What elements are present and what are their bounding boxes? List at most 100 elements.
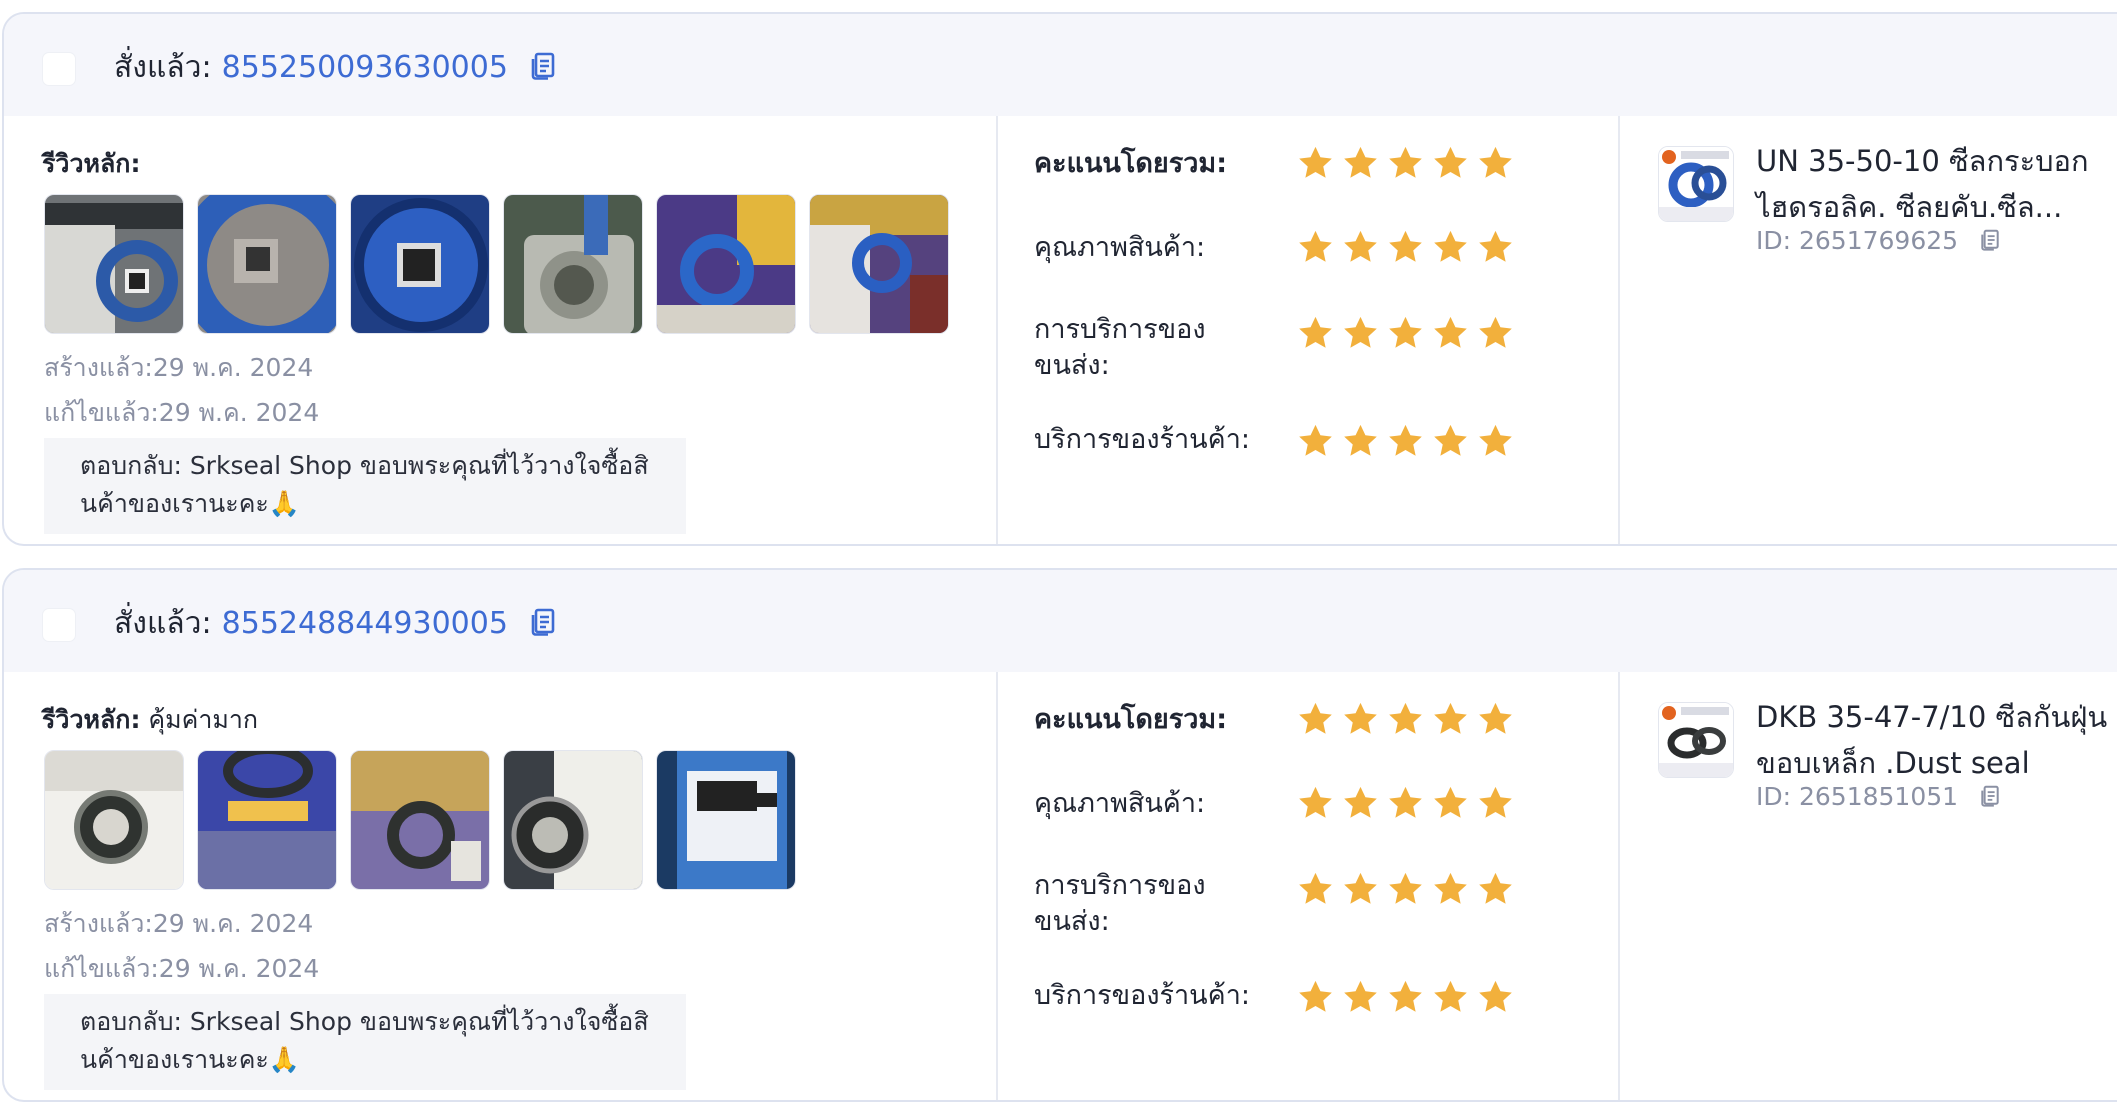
star-rating [1296, 784, 1515, 826]
star-icon [1431, 228, 1470, 270]
rating-label: คะแนนโดยรวม: [1034, 704, 1227, 735]
rating-label-line: ขนส่ง: [1034, 906, 1110, 937]
copy-icon[interactable] [530, 608, 556, 645]
star-icon [1386, 700, 1425, 742]
star-icon [1341, 784, 1380, 826]
product-id: ID: 2651769625 [1756, 226, 2000, 257]
star-icon [1386, 228, 1425, 270]
star-icon [1386, 784, 1425, 826]
select-checkbox[interactable] [42, 608, 76, 642]
copy-icon[interactable] [1980, 784, 2000, 813]
rating-overall: คะแนนโดยรวม: [1034, 146, 1512, 182]
order-number-link[interactable]: 855248844930005 [222, 606, 508, 641]
card-header: สั่งแล้ว: 855248844930005 [4, 570, 2117, 672]
star-icon [1431, 784, 1470, 826]
product-thumbnail[interactable] [1658, 146, 1734, 222]
review-photo[interactable] [197, 750, 337, 890]
product-column: DKB 35-47-7/10 ซีลกันฝุ่นขอบเหล็ก .Dust … [1620, 672, 2117, 1100]
ratings-column: คะแนนโดยรวม: คุณภาพสินค้า: การบริการของ … [998, 672, 1620, 1100]
reply-line: ตอบกลับ: Srkseal Shop ขอบพระคุณที่ไว้วาง… [80, 451, 649, 480]
review-photo[interactable] [656, 194, 796, 334]
order-line: สั่งแล้ว: 855248844930005 [114, 606, 556, 645]
review-photo[interactable] [503, 194, 643, 334]
seller-reply: ตอบกลับ: Srkseal Shop ขอบพระคุณที่ไว้วาง… [44, 438, 686, 534]
star-icon [1341, 700, 1380, 742]
star-icon [1341, 422, 1380, 464]
star-icon [1341, 314, 1380, 356]
review-photo[interactable] [656, 750, 796, 890]
product-name-link[interactable]: UN 35-50-10 ซีลกระบอกไฮดรอลิค. ซีลยคับ.ซ… [1756, 138, 2116, 230]
rating-store-service: บริการของร้านค้า: [1034, 978, 1512, 1014]
review-photo[interactable] [197, 194, 337, 334]
select-checkbox[interactable] [42, 52, 76, 86]
star-icon [1296, 144, 1335, 186]
star-icon [1476, 144, 1515, 186]
rating-label: คุณภาพสินค้า: [1034, 232, 1206, 263]
star-rating [1296, 870, 1515, 912]
review-content: รีวิวหลัก: คุ้มค่ามาก สร้างแล้ว:29 พ.ค. … [4, 672, 998, 1100]
star-icon [1431, 144, 1470, 186]
product-name-link[interactable]: DKB 35-47-7/10 ซีลกันฝุ่นขอบเหล็ก .Dust … [1756, 694, 2116, 786]
star-icon [1476, 784, 1515, 826]
review-card: สั่งแล้ว: 855248844930005 รีวิวหลัก: คุ้ม… [2, 568, 2117, 1102]
star-rating [1296, 700, 1515, 742]
rating-shipping-service: การบริการของ ขนส่ง: [1034, 312, 1512, 384]
review-content: รีวิวหลัก: สร้างแล้ว:29 พ.ค. 2024 แก้ไขแ… [4, 116, 998, 544]
star-icon [1431, 978, 1470, 1020]
review-photo[interactable] [809, 194, 949, 334]
reply-line: ตอบกลับ: Srkseal Shop ขอบพระคุณที่ไว้วาง… [80, 1007, 649, 1036]
star-icon [1296, 784, 1335, 826]
rating-label: คะแนนโดยรวม: [1034, 148, 1227, 179]
star-icon [1476, 700, 1515, 742]
star-icon [1476, 978, 1515, 1020]
review-photo[interactable] [350, 194, 490, 334]
star-icon [1386, 422, 1425, 464]
star-icon [1476, 314, 1515, 356]
star-icon [1296, 422, 1335, 464]
star-icon [1476, 228, 1515, 270]
rating-label-line: การบริการของ [1034, 870, 1206, 901]
star-icon [1431, 314, 1470, 356]
rating-label: การบริการของ ขนส่ง: [1034, 312, 1274, 384]
rating-label: บริการของร้านค้า: [1034, 980, 1250, 1011]
main-review: รีวิวหลัก: คุ้มค่ามาก [42, 700, 258, 740]
order-label: สั่งแล้ว: [114, 606, 212, 641]
review-photo[interactable] [44, 194, 184, 334]
star-icon [1296, 314, 1335, 356]
copy-icon[interactable] [1980, 228, 2000, 257]
rating-label: บริการของร้านค้า: [1034, 424, 1250, 455]
edited-date: แก้ไขแล้ว:29 พ.ค. 2024 [44, 954, 320, 983]
star-icon [1341, 870, 1380, 912]
review-photo[interactable] [44, 750, 184, 890]
review-photo[interactable] [503, 750, 643, 890]
rating-overall: คะแนนโดยรวม: [1034, 702, 1512, 738]
rating-shipping-service: การบริการของ ขนส่ง: [1034, 868, 1512, 940]
edited-date: แก้ไขแล้ว:29 พ.ค. 2024 [44, 398, 320, 427]
product-column: UN 35-50-10 ซีลกระบอกไฮดรอลิค. ซีลยคับ.ซ… [1620, 116, 2117, 544]
star-icon [1476, 422, 1515, 464]
order-number-link[interactable]: 855250093630005 [222, 50, 508, 85]
product-id-text: ID: 2651769625 [1756, 226, 1959, 255]
star-icon [1296, 870, 1335, 912]
reply-line: นค้าของเรานะคะ🙏 [80, 489, 300, 518]
rating-product-quality: คุณภาพสินค้า: [1034, 230, 1512, 266]
copy-icon[interactable] [530, 52, 556, 89]
star-icon [1431, 700, 1470, 742]
product-id-text: ID: 2651851051 [1756, 782, 1959, 811]
star-rating [1296, 978, 1515, 1020]
rating-store-service: บริการของร้านค้า: [1034, 422, 1512, 458]
star-icon [1296, 700, 1335, 742]
star-icon [1386, 144, 1425, 186]
created-date: สร้างแล้ว:29 พ.ค. 2024 [44, 909, 314, 938]
review-photos [44, 750, 796, 890]
review-photos [44, 194, 949, 334]
product-thumbnail[interactable] [1658, 702, 1734, 778]
rating-label: การบริการของ ขนส่ง: [1034, 868, 1274, 940]
star-icon [1431, 870, 1470, 912]
rating-label-line: การบริการของ [1034, 314, 1206, 345]
star-rating [1296, 422, 1515, 464]
star-icon [1431, 422, 1470, 464]
star-icon [1386, 978, 1425, 1020]
rating-label-line: ขนส่ง: [1034, 350, 1110, 381]
review-photo[interactable] [350, 750, 490, 890]
